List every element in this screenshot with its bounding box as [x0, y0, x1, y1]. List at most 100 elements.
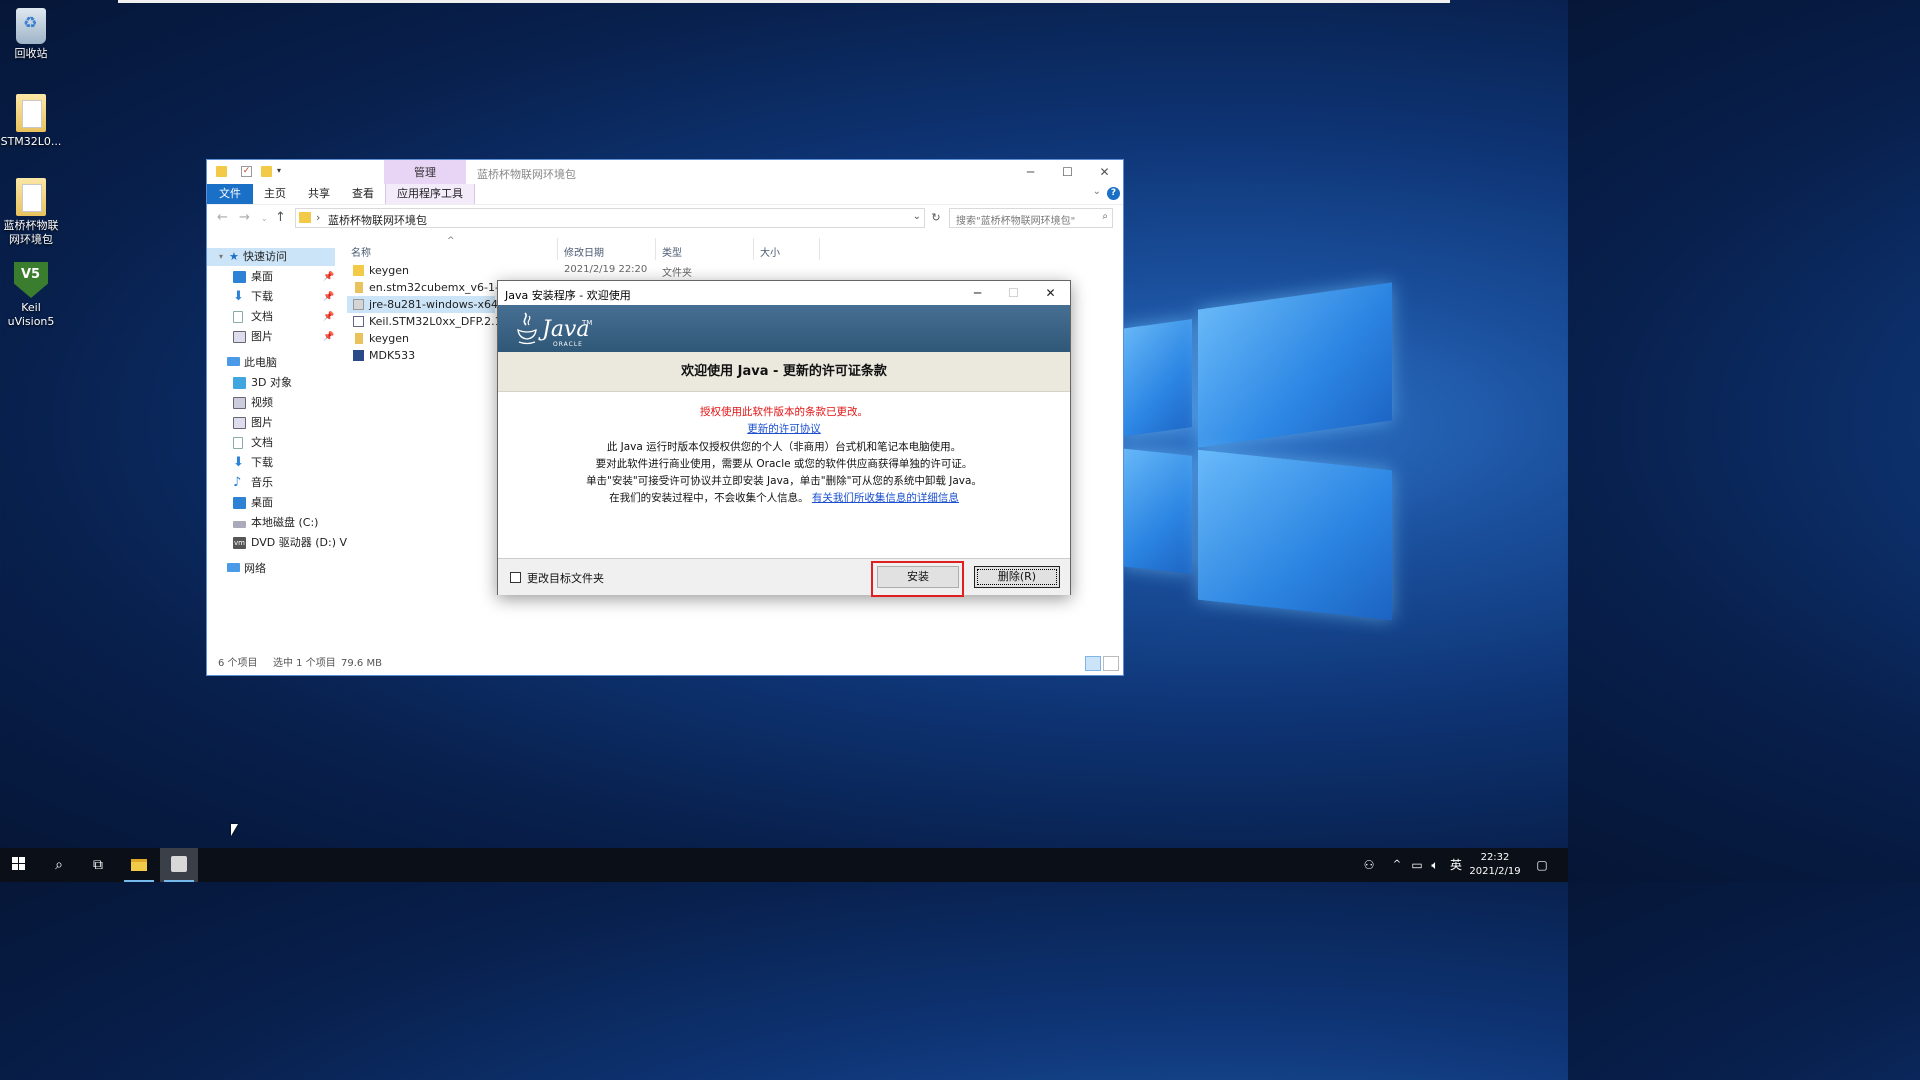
nav-item-downloads[interactable]: ⬇ 下载 📌 [207, 288, 335, 306]
details-view-icon[interactable] [1085, 656, 1101, 671]
forward-icon[interactable]: → [239, 210, 250, 225]
minimize-button[interactable]: ─ [1012, 160, 1049, 184]
desktop-icon-keil[interactable]: Keil uVision5 [0, 262, 62, 329]
nav-item-videos[interactable]: 视频 [207, 394, 335, 412]
nav-item-desktop-pc[interactable]: 桌面 [207, 494, 335, 512]
privacy-info-link[interactable]: 有关我们所收集信息的详细信息 [812, 492, 959, 504]
help-icon[interactable]: ? [1107, 187, 1120, 200]
remove-button[interactable]: 删除(R) [974, 566, 1060, 588]
file-row-keil-dfp[interactable]: Keil.STM32L0xx_DFP.2.1.0 [347, 313, 512, 330]
desktop-icon-label: Keil uVision5 [7, 301, 55, 328]
tab-view[interactable]: 查看 [341, 184, 385, 204]
breadcrumb-chevron-icon: › [316, 211, 321, 224]
nav-item-documents[interactable]: 文档 📌 [207, 308, 335, 326]
volume-icon[interactable]: 🔈︎ [1428, 848, 1442, 882]
column-size[interactable]: 大小 [760, 244, 780, 259]
taskbar-java-installer[interactable] [160, 848, 198, 882]
search-placeholder: 搜索"蓝桥杯物联网环境包" [956, 216, 1076, 227]
license-text-line-3: 单击"安装"可接受许可协议并立即安装 Java，单击"删除"可从您的系统中卸载 … [586, 475, 982, 488]
start-button[interactable] [0, 848, 38, 882]
install-button[interactable]: 安装 [877, 566, 959, 588]
nav-item-quick-access[interactable]: ▾ ★ 快速访问 [207, 248, 335, 266]
java-banner: Java TM ORACLE [498, 305, 1070, 352]
column-type[interactable]: 类型 [662, 244, 682, 259]
desktop-icon-stm32[interactable]: STM32L0... [0, 94, 62, 149]
nav-item-3d-objects[interactable]: 3D 对象 [207, 374, 335, 392]
desktop-icon-label: STM32L0... [0, 135, 62, 148]
license-agreement-link[interactable]: 更新的许可协议 [747, 423, 821, 435]
nav-item-music[interactable]: ♪ 音乐 [207, 474, 335, 492]
file-row-stm32cubemx[interactable]: en.stm32cubemx_v6-1-1 [347, 279, 506, 296]
clock-time: 22:32 [1480, 852, 1510, 863]
nav-item-this-pc[interactable]: 此电脑 [207, 354, 335, 372]
folder-icon [299, 212, 311, 223]
nav-item-network[interactable]: 网络 [207, 560, 335, 578]
breadcrumb-path[interactable]: 蓝桥杯物联网环境包 [328, 212, 427, 228]
navigation-pane: ▾ ★ 快速访问 桌面 📌 ⬇ 下载 📌 文档 📌 图片 📌 此电脑 3D 对象… [207, 244, 347, 664]
nav-item-local-disk-c[interactable]: 本地磁盘 (C:) [207, 514, 335, 532]
address-bar[interactable]: › 蓝桥杯物联网环境包 ⌄ [295, 208, 925, 228]
desktop-icon-recycle-bin[interactable]: 回收站 [0, 8, 62, 61]
chevron-down-icon[interactable]: ⌄ [913, 211, 921, 222]
nav-item-downloads-pc[interactable]: ⬇ 下载 [207, 454, 335, 472]
nav-item-desktop[interactable]: 桌面 📌 [207, 268, 335, 286]
tab-manage[interactable]: 管理 [384, 160, 466, 184]
desktop-icon-lanqiao-package[interactable]: 蓝桥杯物联网环境包 [0, 178, 62, 247]
task-view-icon: ⧉ [93, 857, 103, 873]
video-icon [233, 397, 246, 409]
sort-ascending-icon: ^ [447, 236, 455, 246]
column-headers: ^ 名称 修改日期 类型 大小 [347, 236, 827, 260]
clock[interactable]: 22:32 2021/2/19 [1468, 851, 1522, 879]
recent-locations-icon[interactable]: ⌄ [261, 214, 268, 223]
maximize-button[interactable]: ☐ [1049, 160, 1086, 184]
column-modified-date[interactable]: 修改日期 [564, 244, 604, 259]
address-row: ← → ⌄ ↑ › 蓝桥杯物联网环境包 ⌄ ↻ 搜索"蓝桥杯物联网环境包" ⌕ [207, 204, 1123, 230]
close-button[interactable]: ✕ [1032, 281, 1069, 305]
people-icon[interactable]: ⚇ [1360, 848, 1378, 882]
search-button[interactable]: ⌕ [40, 848, 78, 882]
file-row-keygen-folder[interactable]: keygen [347, 262, 495, 279]
column-name[interactable]: 名称 [351, 244, 371, 259]
nav-item-pictures-pc[interactable]: 图片 [207, 414, 335, 432]
chevron-up-icon[interactable]: ^ [1390, 848, 1404, 882]
nav-item-pictures[interactable]: 图片 📌 [207, 328, 335, 346]
task-view-button[interactable]: ⧉ [79, 848, 117, 882]
refresh-icon[interactable]: ↻ [927, 208, 945, 228]
tab-application-tools[interactable]: 应用程序工具 [385, 184, 475, 204]
file-modified-date: 2021/2/19 22:20 [564, 264, 648, 275]
network-icon [227, 563, 240, 572]
tab-file[interactable]: 文件 [207, 184, 253, 204]
large-icons-view-icon[interactable] [1103, 656, 1119, 671]
minimize-button[interactable]: ─ [959, 281, 996, 305]
download-icon: ⬇ [233, 289, 244, 304]
download-icon: ⬇ [233, 455, 244, 470]
up-icon[interactable]: ↑ [275, 210, 286, 225]
change-destination-checkbox[interactable] [510, 572, 521, 583]
close-button[interactable]: ✕ [1086, 160, 1123, 184]
desktop-icon-label: 蓝桥杯物联网环境包 [3, 219, 59, 246]
ime-indicator[interactable]: 英 [1448, 848, 1464, 882]
action-center-icon[interactable]: ▢ [1530, 848, 1554, 882]
properties-icon[interactable]: ✓ [241, 166, 252, 177]
tab-home[interactable]: 主页 [253, 184, 297, 204]
tab-share[interactable]: 共享 [297, 184, 341, 204]
ribbon-expand-icon[interactable]: ⌄ [1093, 186, 1101, 197]
folder-icon [216, 166, 227, 177]
file-row-keygen-zip[interactable]: keygen [347, 330, 495, 347]
network-icon[interactable]: ▭ [1410, 848, 1424, 882]
change-destination-label[interactable]: 更改目标文件夹 [527, 570, 604, 586]
file-row-jre-installer[interactable]: jre-8u281-windows-x64 [347, 296, 498, 313]
back-icon[interactable]: ← [217, 210, 228, 225]
java-installer-icon [171, 856, 187, 872]
dialog-titlebar: Java 安装程序 - 欢迎使用 ─ ☐ ✕ [498, 281, 1070, 305]
nav-item-documents-pc[interactable]: 文档 [207, 434, 335, 452]
taskbar-file-explorer[interactable] [120, 848, 158, 882]
computer-icon [227, 357, 240, 366]
new-folder-icon[interactable] [261, 166, 272, 177]
mouse-cursor [231, 824, 238, 836]
customize-toolbar-icon[interactable]: ▾ [277, 166, 288, 177]
pin-icon: 📌 [323, 292, 335, 302]
nav-item-dvd-drive-d[interactable]: vm DVD 驱动器 (D:) V [207, 534, 347, 552]
file-row-mdk533[interactable]: MDK533 [347, 347, 495, 364]
search-input[interactable]: 搜索"蓝桥杯物联网环境包" ⌕ [949, 208, 1113, 228]
